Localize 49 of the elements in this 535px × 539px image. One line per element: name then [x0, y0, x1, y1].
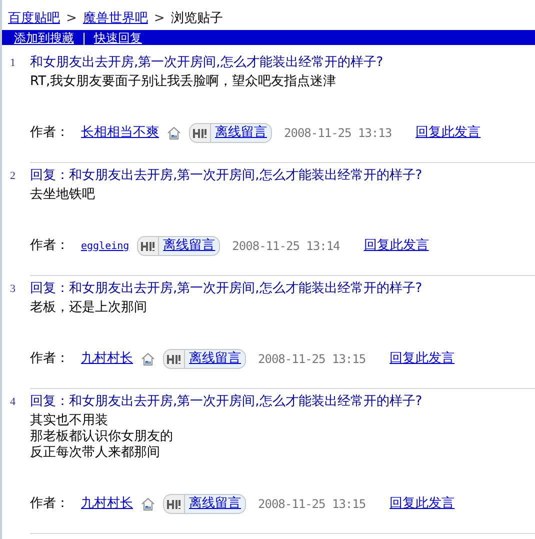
author-link[interactable]: 九村村长 — [81, 494, 133, 514]
hi-icon[interactable] — [137, 236, 160, 256]
offline-message-link[interactable]: 离线留言 — [159, 236, 220, 256]
breadcrumb-link[interactable]: 魔兽世界吧 — [82, 9, 148, 29]
home-icon[interactable] — [167, 126, 181, 140]
author-label: 作者： — [30, 237, 69, 256]
post-text: 去坐地铁吧 — [30, 187, 96, 203]
breadcrumb-separator: > — [154, 10, 165, 28]
post-title: 回复：和女朋友出去开房,第一次开房间,怎么才能装出经常开的样子? — [30, 393, 422, 411]
post-text: 反正每次带人来都那间 — [30, 445, 161, 461]
post-time: 2008-11-25 13:14 — [232, 238, 340, 255]
offline-message-link[interactable]: 离线留言 — [185, 349, 246, 369]
author-label: 作者： — [30, 124, 69, 142]
author-link[interactable]: 九村村长 — [81, 349, 133, 369]
offline-message-link[interactable]: 离线留言 — [211, 123, 272, 143]
post-time: 2008-11-25 13:15 — [258, 496, 366, 513]
reply-link[interactable]: 回复此发言 — [364, 236, 429, 256]
toolbar-separator: | — [82, 32, 86, 44]
post-title: 回复：和女朋友出去开房,第一次开房间,怎么才能装出经常开的样子? — [30, 280, 422, 298]
post-time: 2008-11-25 13:15 — [258, 351, 366, 368]
reply-link[interactable]: 回复此发言 — [416, 123, 481, 143]
post-text: 老板，还是上次那间 — [30, 300, 148, 316]
hi-icon[interactable] — [189, 123, 211, 143]
post-title: 和女朋友出去开房,第一次开房间,怎么才能装出经常开的样子? — [30, 54, 384, 72]
hi-icon[interactable] — [163, 494, 185, 514]
home-icon[interactable] — [141, 497, 155, 511]
home-icon[interactable] — [141, 352, 155, 366]
post-text: 其实也不用装 — [30, 413, 109, 429]
post-text: 那老板都认识你女朋友的 — [30, 429, 174, 445]
author-link[interactable]: 长相相当不爽 — [81, 123, 159, 143]
reply-link[interactable]: 回复此发言 — [390, 494, 455, 514]
author-label: 作者： — [30, 350, 69, 368]
toolbar-link[interactable]: 快速回复 — [94, 32, 142, 44]
toolbar-link[interactable]: 添加到搜藏 — [14, 32, 74, 44]
reply-link[interactable]: 回复此发言 — [390, 349, 455, 369]
offline-message-link[interactable]: 离线留言 — [185, 494, 246, 514]
author-label: 作者： — [30, 495, 69, 514]
floor-number: 1 — [10, 56, 16, 71]
post-time: 2008-11-25 13:13 — [284, 125, 392, 142]
post-title: 回复：和女朋友出去开房,第一次开房间,怎么才能装出经常开的样子? — [30, 167, 422, 185]
author-link[interactable]: eggleing — [81, 238, 130, 254]
hi-icon[interactable] — [163, 349, 185, 369]
floor-number: 3 — [10, 282, 16, 297]
breadcrumb-link[interactable]: 百度贴吧 — [8, 9, 60, 29]
breadcrumb-separator: > — [66, 10, 77, 28]
floor-number: 2 — [10, 169, 16, 184]
post-text: RT,我女朋友要面子别让我丢脸啊，望众吧友指点迷津 — [30, 74, 338, 90]
floor-number: 4 — [10, 395, 16, 410]
breadcrumb-current: 浏览贴子 — [170, 10, 223, 28]
